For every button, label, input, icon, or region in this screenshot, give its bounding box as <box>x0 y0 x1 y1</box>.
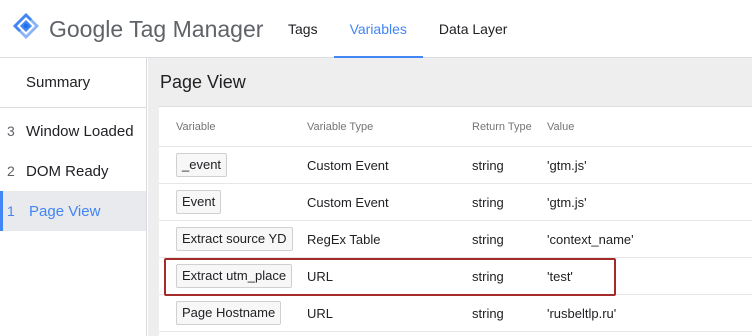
gtm-preview-app: Google Tag Manager Tags Variables Data L… <box>0 0 752 336</box>
column-header-variable: Variable <box>176 120 216 133</box>
sidebar-item-label: Window Loaded <box>26 122 134 140</box>
return-type: string <box>472 194 504 210</box>
variable-type: RegEx Table <box>307 231 381 247</box>
sidebar-item-page-view[interactable]: 1 Page View <box>0 191 146 231</box>
page-title: Page View <box>160 72 246 92</box>
return-type: string <box>472 268 504 284</box>
variable-name-chip[interactable]: Extract utm_place <box>176 264 293 288</box>
variable-name-chip[interactable]: _event <box>176 153 228 177</box>
event-number: 3 <box>7 123 15 139</box>
variable-name-chip[interactable]: Event <box>176 190 222 214</box>
main-panel: Page View Variable Variable Type Return … <box>148 58 752 336</box>
table-row: Event Custom Event string 'gtm.js' <box>159 184 752 221</box>
tab-tags[interactable]: Tags <box>272 0 334 58</box>
variable-type: Custom Event <box>307 157 389 173</box>
brand-title: Google Tag Manager <box>49 16 264 42</box>
sidebar-item-summary[interactable]: Summary <box>0 58 146 108</box>
variable-name-chip[interactable]: Extract source YD <box>176 227 293 251</box>
table-header: Variable Variable Type Return Type Value <box>159 107 752 147</box>
column-header-variable-type: Variable Type <box>307 120 374 133</box>
return-type: string <box>472 231 504 247</box>
event-number: 1 <box>7 203 15 219</box>
sidebar-item-window-loaded[interactable]: 3 Window Loaded <box>0 111 146 151</box>
sidebar-item-label: DOM Ready <box>26 162 109 180</box>
return-type: string <box>472 305 504 321</box>
variable-type: URL <box>307 305 334 321</box>
column-header-return-type: Return Type <box>472 120 532 133</box>
event-sidebar: Summary 3 Window Loaded 2 DOM Ready 1 Pa… <box>0 58 147 336</box>
sidebar-item-dom-ready[interactable]: 2 DOM Ready <box>0 151 146 191</box>
tab-data-layer[interactable]: Data Layer <box>423 0 523 58</box>
table-row: _event Custom Event string 'gtm.js' <box>159 147 752 184</box>
table-row: Page Hostname URL string 'rusbeltlp.ru' <box>159 295 752 332</box>
event-number: 2 <box>7 163 15 179</box>
tab-variables[interactable]: Variables <box>333 0 424 59</box>
return-type: string <box>472 157 504 173</box>
sidebar-item-label: Page View <box>29 202 101 220</box>
variable-value: 'test' <box>547 268 573 284</box>
variable-value: 'rusbeltlp.ru' <box>547 305 617 321</box>
table-row: Extract source YD RegEx Table string 'co… <box>159 221 752 258</box>
variable-value: 'gtm.js' <box>547 194 587 210</box>
variable-type: Custom Event <box>307 194 389 210</box>
column-header-value: Value <box>547 120 575 133</box>
main-tabs: Tags Variables Data Layer <box>272 0 523 59</box>
top-bar: Google Tag Manager Tags Variables Data L… <box>0 0 752 59</box>
variables-table: Variable Variable Type Return Type Value… <box>159 106 752 336</box>
table-row-highlighted: Extract utm_place URL string 'test' <box>159 258 752 295</box>
variable-value: 'context_name' <box>547 231 634 247</box>
variable-type: URL <box>307 268 334 284</box>
gtm-diamond-icon <box>13 13 39 39</box>
sidebar-item-label: Summary <box>26 74 91 91</box>
variable-value: 'gtm.js' <box>547 157 587 173</box>
variable-name-chip[interactable]: Page Hostname <box>176 301 282 325</box>
